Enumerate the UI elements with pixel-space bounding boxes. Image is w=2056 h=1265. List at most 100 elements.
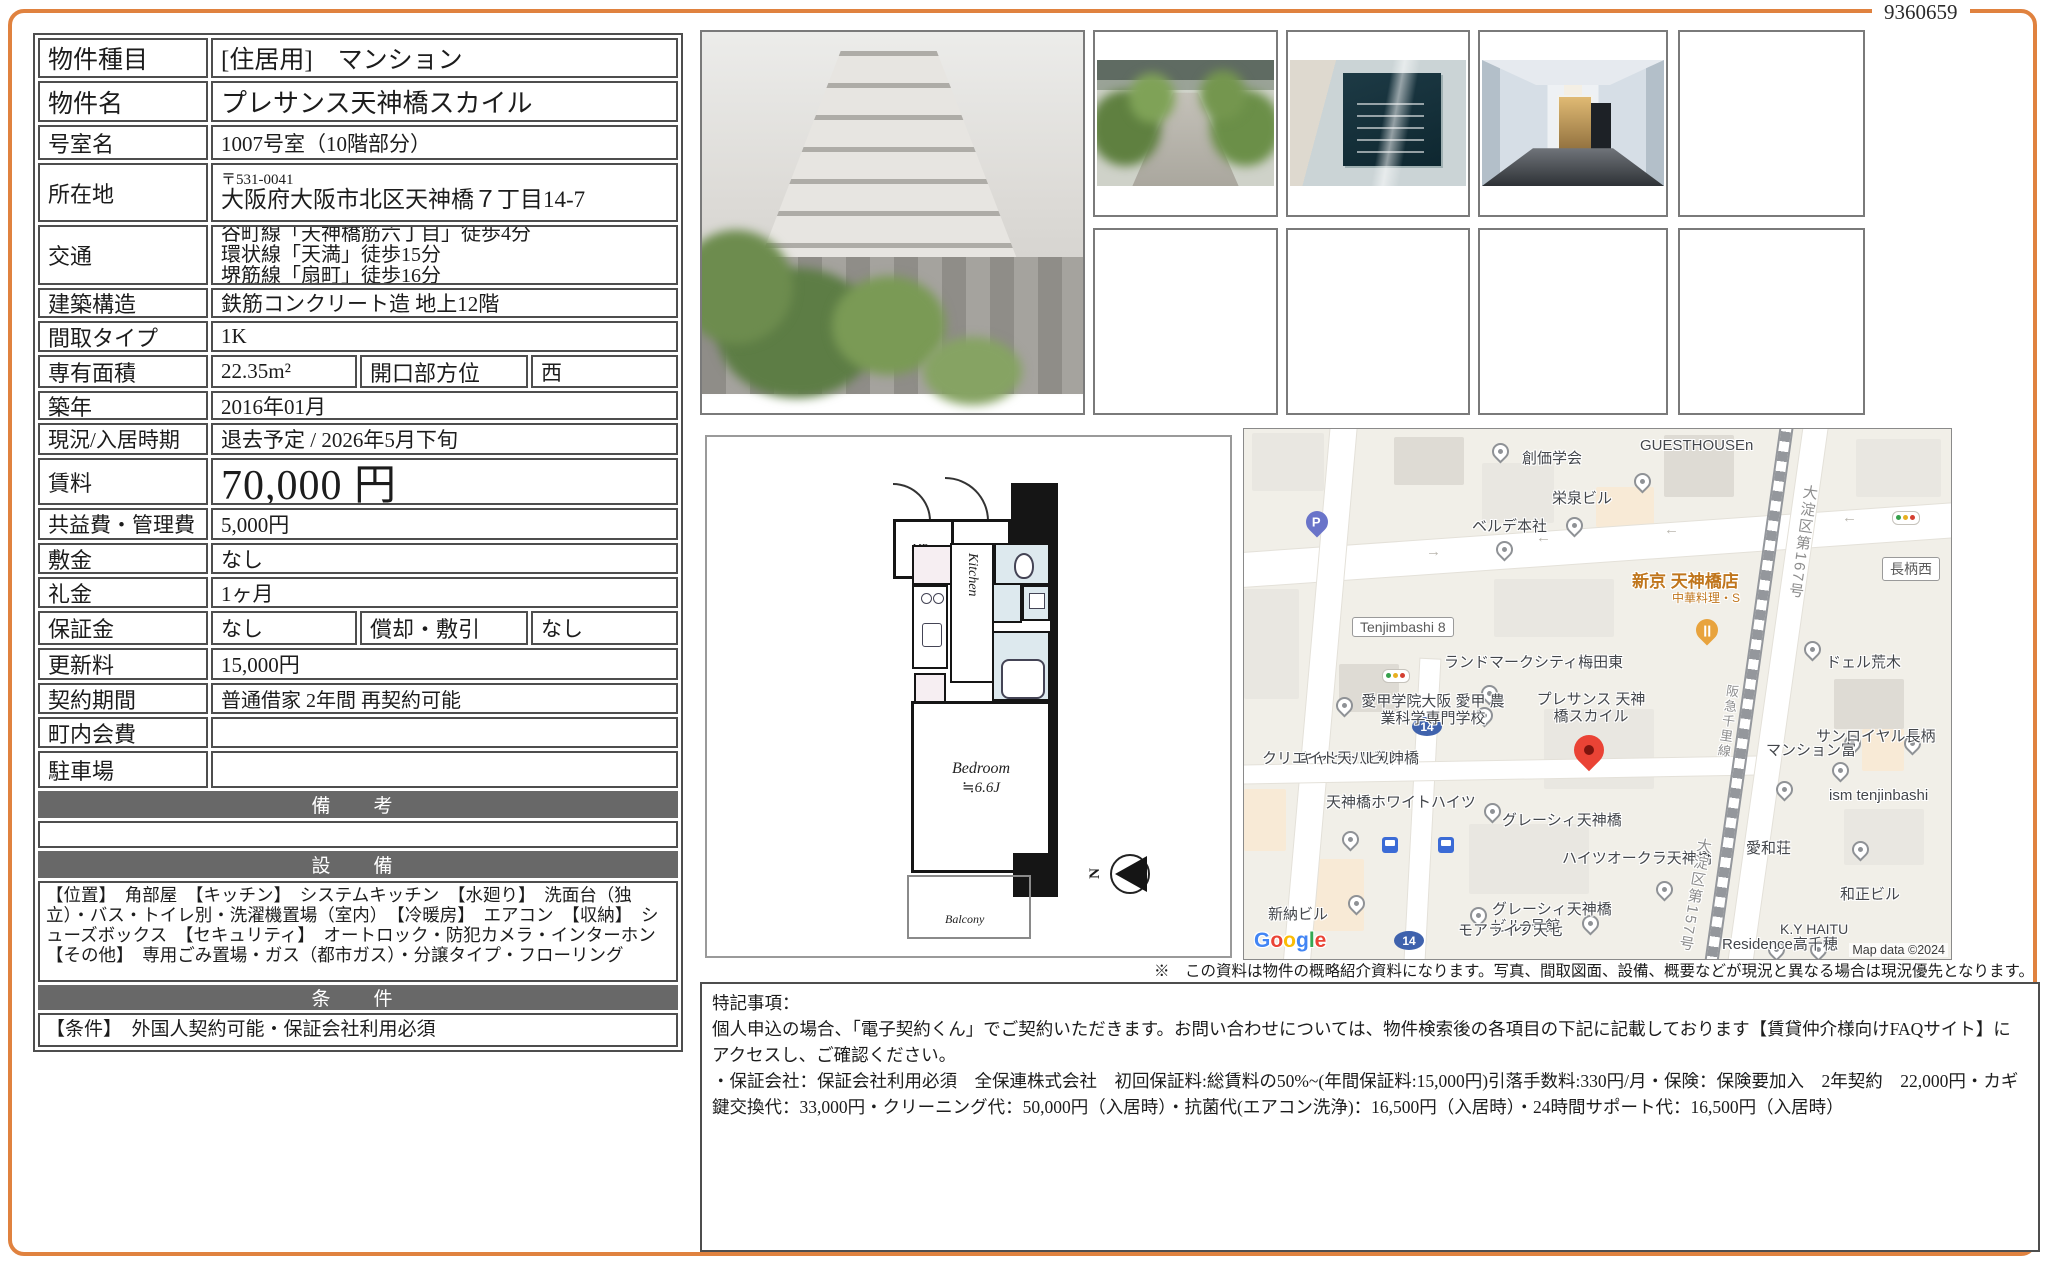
- map-pin-icon: [1488, 439, 1512, 463]
- row-label: 物件名: [38, 81, 208, 122]
- map-label: 中華料理・S: [1672, 589, 1740, 606]
- road-arrow-icon: ←: [1664, 521, 1679, 538]
- kitchen-label: Kitchen: [964, 553, 980, 597]
- washstand-room: [912, 545, 952, 585]
- traffic-light-icon: [1382, 669, 1410, 683]
- row-value: 2016年01月: [211, 391, 678, 420]
- rent-value: 70,000 円: [211, 458, 678, 505]
- property-table: 物件種目[住居用] マンション 物件名プレサンス天神橋スカイル 号室名1007号…: [33, 33, 683, 1052]
- sink-room: [1022, 585, 1050, 621]
- row-value: プレサンス天神橋スカイル: [211, 81, 678, 122]
- bus-stop-icon: [1382, 837, 1398, 853]
- row-label: 償却・敷引: [360, 611, 528, 645]
- row-value: [211, 751, 678, 788]
- row-value: なし: [211, 543, 678, 574]
- map-label: グレーシィ天神橋: [1502, 809, 1622, 830]
- photo-placeholder-empty: [1678, 228, 1865, 415]
- map-label: クリエイト天八ビル: [1262, 747, 1397, 768]
- photo-placeholder-empty: [1286, 228, 1470, 415]
- map-label: ベルデ本社: [1472, 515, 1547, 536]
- row-label: 開口部方位: [360, 355, 528, 388]
- table-row: 築年2016年01月: [38, 391, 678, 420]
- toilet-room: [994, 543, 1050, 585]
- document-number: 9360659: [1872, 0, 1970, 25]
- row-label: 築年: [38, 391, 208, 420]
- photo-placeholder-empty: [1093, 228, 1278, 415]
- photo-placeholder-empty: [1478, 228, 1668, 415]
- photo-building-exterior: [700, 30, 1085, 415]
- row-label: 敷金: [38, 543, 208, 574]
- table-row: 現況/入居時期退去予定 / 2026年5月下旬: [38, 423, 678, 455]
- row-value: 1007号室（10階部分）: [211, 125, 678, 160]
- garden-photo-image: [1097, 60, 1274, 186]
- photo-entrance-garden: [1093, 30, 1278, 217]
- map-building: [1494, 579, 1614, 637]
- map-label: 栄泉ビル: [1552, 487, 1612, 508]
- row-label: 所在地: [38, 163, 208, 222]
- address-text: 大阪府大阪市北区天神橋７丁目14-7: [221, 188, 585, 212]
- row-value: [住居用] マンション: [211, 38, 678, 78]
- row-value: なし: [211, 611, 357, 645]
- table-row: 賃料70,000 円: [38, 458, 678, 505]
- row-value: 普通借家 2年間 再契約可能: [211, 683, 678, 714]
- map-building: [1856, 439, 1941, 497]
- table-row: 号室名1007号室（10階部分）: [38, 125, 678, 160]
- map-label: Residence高千穂: [1722, 933, 1838, 954]
- row-label: 共益費・管理費: [38, 508, 208, 540]
- row-value: 退去予定 / 2026年5月下旬: [211, 423, 678, 455]
- map-pin-icon: [1652, 877, 1676, 901]
- door-arc-icon: [945, 477, 989, 521]
- building-photo-image: [702, 32, 1083, 413]
- map-building: [1834, 679, 1904, 729]
- wall-block: [1050, 543, 1058, 873]
- postal-code: 〒531-0041: [221, 173, 294, 189]
- row-label: 交通: [38, 225, 208, 285]
- map-label-boxed: 長柄西: [1882, 557, 1940, 581]
- table-row: 専有面積 22.35m² 開口部方位 西: [38, 355, 678, 388]
- map-pin-icon: [1338, 827, 1362, 851]
- map-label: 和正ビル: [1840, 883, 1900, 904]
- map-label: 新納ビル: [1268, 903, 1328, 924]
- route-shield-14: 14: [1394, 931, 1424, 950]
- access-line: 環状線「天満」徒歩15分: [221, 245, 441, 266]
- section-header-remarks: 備 考: [38, 791, 678, 818]
- table-row: 敷金なし: [38, 543, 678, 574]
- notes-title: 特記事項：: [712, 990, 2028, 1016]
- table-row: 礼金1ヶ月: [38, 577, 678, 608]
- row-value: 谷町線「天神橋筋六丁目」徒歩4分 環状線「天満」徒歩15分 堺筋線「扇町」徒歩1…: [211, 225, 678, 285]
- conditions-content: 【条件】 外国人契約可能・保証会社利用必須: [38, 1013, 678, 1047]
- compass-north-label: N: [1087, 868, 1104, 879]
- section-header-equipment: 設 備: [38, 851, 678, 878]
- map-label-subject: プレサンス 天神橋スカイル: [1532, 691, 1650, 725]
- table-row: 更新料15,000円: [38, 648, 678, 680]
- map-label: 創価学会: [1522, 447, 1582, 468]
- property-sheet: { "page": { "doc_number": "9360659", "ac…: [0, 0, 2056, 1265]
- row-label: 契約期間: [38, 683, 208, 714]
- balcony-label: Balcony: [945, 912, 984, 927]
- bedroom-size-label: ≒6.6J: [914, 778, 1048, 797]
- row-label: 号室名: [38, 125, 208, 160]
- bath-room: [992, 631, 1050, 701]
- table-row: 間取タイプ1K: [38, 321, 678, 352]
- google-logo: Google: [1254, 929, 1326, 953]
- map[interactable]: ← ← ← → P 14 14 創価学会 GUESTHOUSEn 栄泉ビル ベル…: [1243, 428, 1952, 960]
- map-label: GUESTHOUSEn: [1640, 437, 1753, 454]
- bus-stop-icon: [1438, 837, 1454, 853]
- row-value: 〒531-0041 大阪府大阪市北区天神橋７丁目14-7: [211, 163, 678, 222]
- table-row: 所在地 〒531-0041 大阪府大阪市北区天神橋７丁目14-7: [38, 163, 678, 222]
- bedroom-label: Bedroom: [914, 760, 1048, 778]
- table-row: 共益費・管理費5,000円: [38, 508, 678, 540]
- access-line: 谷町線「天神橋筋六丁目」徒歩4分: [221, 225, 531, 245]
- map-building: [1244, 589, 1299, 699]
- map-label: モアライフ天七: [1458, 919, 1563, 940]
- disclaimer-text: ※ この資料は物件の概略紹介資料になります。写真、間取図面、設備、概要などが現況…: [1154, 959, 2034, 981]
- row-label: 建築構造: [38, 288, 208, 318]
- access-line: 堺筋線「扇町」徒歩16分: [221, 266, 441, 286]
- row-label: 保証金: [38, 611, 208, 645]
- map-label: マンション富: [1766, 739, 1856, 760]
- map-label-boxed: Tenjimbashi 8: [1352, 617, 1454, 637]
- map-pin-icon: [1828, 758, 1852, 782]
- row-label: 礼金: [38, 577, 208, 608]
- row-value: 1ヶ月: [211, 577, 678, 608]
- map-label: ドェル荒木: [1826, 651, 1901, 672]
